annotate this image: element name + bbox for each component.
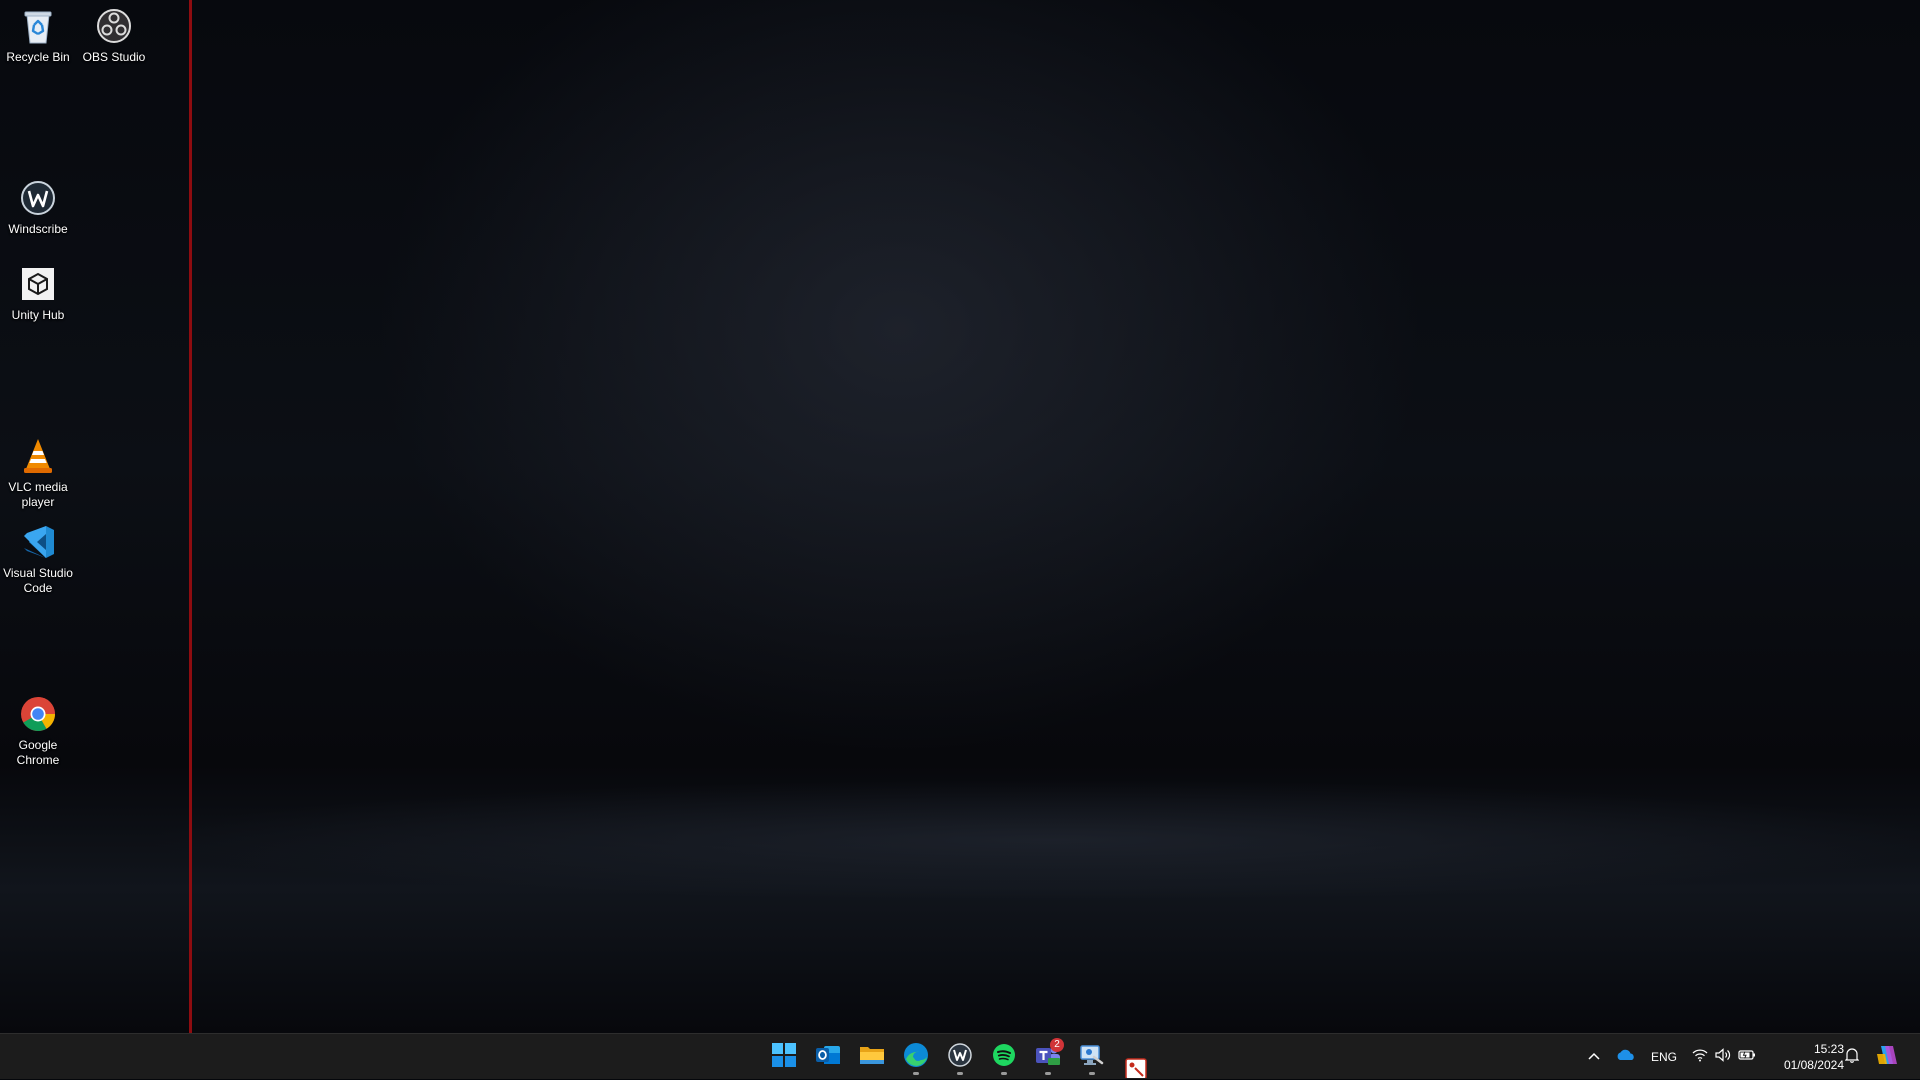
taskbar-app-remote-desktop[interactable] — [1072, 1038, 1112, 1076]
copilot-icon — [1875, 1044, 1899, 1071]
windscribe-icon — [948, 1042, 972, 1072]
recycle-bin-icon — [18, 6, 58, 46]
notification-badge: 2 — [1050, 1038, 1064, 1052]
obs-studio-icon — [94, 6, 134, 46]
tray-clock[interactable]: 15:23 01/08/2024 — [1764, 1041, 1844, 1073]
tray-notifications[interactable] — [1840, 1034, 1864, 1080]
snipping-tool-icon — [1125, 1057, 1147, 1078]
running-indicator — [913, 1072, 919, 1075]
windows-start-icon — [772, 1042, 796, 1072]
taskbar-app-teams[interactable]: 2 — [1028, 1038, 1068, 1076]
taskbar-app-windscribe[interactable] — [940, 1038, 980, 1076]
notification-bell-icon — [1844, 1047, 1860, 1068]
running-indicator — [957, 1072, 963, 1075]
remote-desktop-icon — [1079, 1043, 1105, 1072]
desktop[interactable]: Recycle Bin OBS Studio Windscribe Unity … — [0, 0, 1920, 1033]
edge-icon — [903, 1042, 929, 1073]
taskbar-app-edge[interactable] — [896, 1038, 936, 1076]
desktop-icon-label: Recycle Bin — [6, 50, 70, 64]
taskbar-app-spotify[interactable] — [984, 1038, 1024, 1076]
desktop-icon-visual-studio-code[interactable]: Visual Studio Code — [0, 522, 76, 596]
running-indicator — [1001, 1072, 1007, 1075]
unity-hub-icon — [18, 264, 58, 304]
running-indicator — [1089, 1072, 1095, 1075]
outlook-icon — [815, 1043, 841, 1072]
windscribe-icon — [18, 178, 58, 218]
taskbar-app-outlook[interactable] — [808, 1038, 848, 1076]
vscode-icon — [18, 522, 58, 562]
vlc-icon — [18, 436, 58, 476]
wallpaper-red-divider — [189, 0, 192, 1033]
clock-time: 15:23 — [1813, 1042, 1844, 1056]
desktop-icon-unity-hub[interactable]: Unity Hub — [0, 264, 76, 323]
taskbar-start-button[interactable] — [764, 1038, 804, 1076]
desktop-icon-label: Unity Hub — [11, 308, 65, 322]
taskbar: 2 ENG 15:23 01/08/2024 — [0, 1033, 1920, 1079]
tray-quick-settings[interactable] — [1688, 1034, 1760, 1080]
desktop-icon-windscribe[interactable]: Windscribe — [0, 178, 76, 237]
tray-language[interactable]: ENG — [1648, 1034, 1680, 1080]
desktop-icon-label: Visual Studio Code — [3, 566, 73, 595]
file-explorer-icon — [859, 1044, 885, 1071]
desktop-icon-label: OBS Studio — [82, 50, 146, 64]
desktop-icon-label: Windscribe — [8, 222, 68, 236]
desktop-icon-google-chrome[interactable]: Google Chrome — [0, 694, 76, 768]
chevron-up-icon — [1587, 1048, 1601, 1066]
clock-date: 01/08/2024 — [1783, 1058, 1844, 1072]
desktop-icon-label: Google Chrome — [16, 738, 60, 767]
onedrive-icon — [1616, 1048, 1636, 1066]
desktop-icon-vlc-media-player[interactable]: VLC media player — [0, 436, 76, 510]
running-indicator — [1045, 1072, 1051, 1075]
desktop-icon-recycle-bin[interactable]: Recycle Bin — [0, 6, 76, 65]
taskbar-app-snipping-tool[interactable] — [1116, 1050, 1156, 1078]
tray-onedrive[interactable] — [1612, 1034, 1640, 1080]
volume-icon — [1715, 1047, 1731, 1067]
desktop-icon-obs-studio[interactable]: OBS Studio — [76, 6, 152, 65]
tray-copilot[interactable] — [1870, 1034, 1904, 1080]
battery-icon — [1738, 1048, 1756, 1066]
desktop-icon-label: VLC media player — [8, 480, 68, 509]
chrome-icon — [18, 694, 58, 734]
spotify-icon — [992, 1043, 1016, 1072]
tray-show-hidden-icons[interactable] — [1582, 1034, 1606, 1080]
taskbar-app-file-explorer[interactable] — [852, 1038, 892, 1076]
wifi-icon — [1692, 1048, 1708, 1067]
